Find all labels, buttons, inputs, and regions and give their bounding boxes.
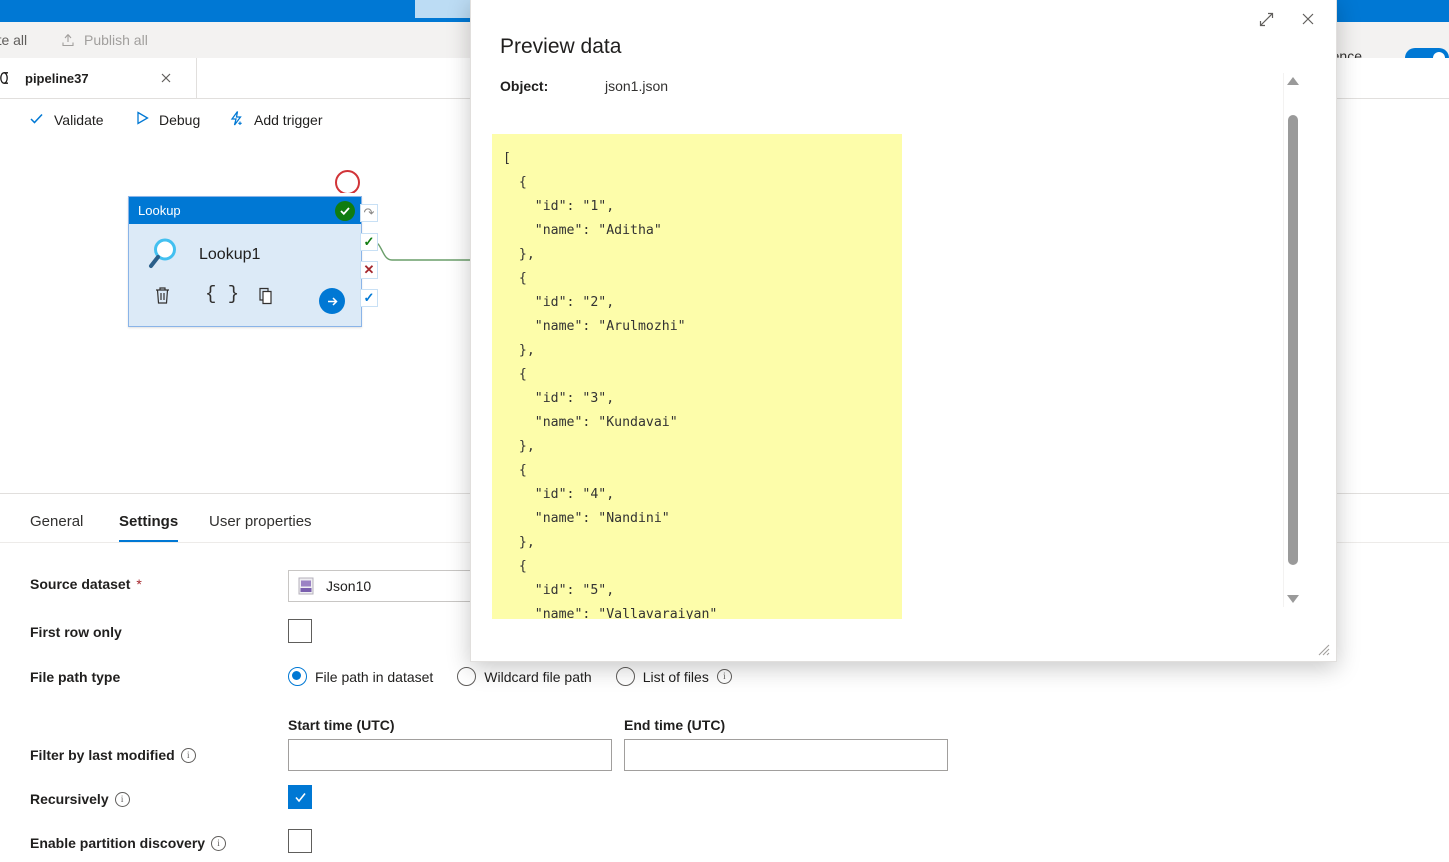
row-file-path-type: File path type File path in dataset Wild…	[0, 662, 1449, 696]
lightning-bolt-icon	[228, 110, 245, 130]
scrollbar-thumb[interactable]	[1288, 115, 1298, 565]
radio-list-of-files[interactable]: List of files i	[615, 667, 732, 686]
trash-icon[interactable]	[153, 285, 172, 309]
add-trigger-button[interactable]: Add trigger	[228, 99, 322, 140]
validate-all-label: date all	[0, 32, 28, 48]
validate-label: Validate	[54, 111, 104, 128]
tab-user-properties[interactable]: User properties	[209, 502, 312, 540]
radio-circle	[457, 667, 477, 686]
completion-handle[interactable]: ✓	[360, 289, 378, 307]
recursively-label: Recursively i	[30, 791, 130, 807]
success-connector-line	[374, 241, 474, 261]
validate-button[interactable]: Validate	[28, 99, 104, 140]
copy-icon[interactable]	[257, 286, 277, 310]
expand-diagonal-icon[interactable]	[1252, 5, 1280, 33]
start-time-input[interactable]	[288, 739, 612, 771]
radio-wildcard-file-path[interactable]: Wildcard file path	[457, 667, 592, 686]
source-dataset-value: Json10	[326, 578, 372, 594]
recursively-checkbox[interactable]	[288, 785, 312, 809]
start-time-header: Start time (UTC)	[288, 717, 395, 733]
close-icon[interactable]	[158, 70, 174, 86]
source-dataset-label: Source dataset *	[30, 576, 142, 592]
radio-file-path-in-dataset[interactable]: File path in dataset	[288, 667, 433, 686]
file-path-type-radio-group: File path in dataset Wildcard file path …	[288, 667, 756, 686]
filter-by-last-modified-label-text: Filter by last modified	[30, 747, 175, 763]
node-name-label: Lookup1	[199, 246, 261, 263]
dialog-title: Preview data	[500, 35, 622, 58]
first-row-only-label: First row only	[30, 624, 122, 640]
enable-partition-discovery-checkbox[interactable]	[288, 829, 312, 853]
validate-all-button[interactable]: date all	[0, 22, 27, 58]
debug-label: Debug	[159, 111, 201, 128]
node-header: Lookup	[129, 197, 361, 224]
checkmark-icon	[28, 110, 45, 130]
enable-partition-discovery-label-text: Enable partition discovery	[30, 835, 206, 851]
json-preview-text: [ { "id": "1", "name": "Aditha" }, { "id…	[503, 151, 718, 619]
info-icon[interactable]: i	[180, 747, 196, 763]
info-icon[interactable]: i	[211, 835, 227, 851]
close-icon[interactable]	[1294, 5, 1322, 33]
object-value: json1.json	[605, 78, 669, 94]
node-header-title: Lookup	[138, 203, 181, 218]
success-check-icon	[335, 201, 355, 221]
radio-file-path-in-dataset-label: File path in dataset	[315, 668, 434, 685]
tab-general-label: General	[30, 512, 84, 530]
tab-pipeline37[interactable]: pipeline37	[0, 58, 197, 98]
failure-handle[interactable]: ✕	[360, 261, 378, 279]
tab-label: pipeline37	[25, 70, 89, 86]
node-action-row: { }	[129, 283, 361, 324]
file-path-type-label: File path type	[30, 669, 120, 685]
skip-handle[interactable]: ↷	[360, 204, 378, 222]
json-file-icon	[298, 577, 314, 595]
publish-upload-icon	[60, 32, 76, 48]
row-filter-by-last-modified: Start time (UTC) End time (UTC) Filter b…	[0, 706, 1449, 771]
row-recursively: Recursively i	[0, 784, 1449, 818]
json-preview-panel: [ { "id": "1", "name": "Aditha" }, { "id…	[492, 134, 902, 619]
radio-wildcard-file-path-label: Wildcard file path	[484, 668, 592, 685]
radio-circle	[615, 667, 635, 686]
tab-user-properties-label: User properties	[209, 512, 312, 530]
magnifier-icon	[146, 235, 190, 275]
scroll-down-arrow-icon[interactable]	[1287, 595, 1299, 603]
tab-settings[interactable]: Settings	[119, 502, 179, 542]
publish-all-label: Publish all	[84, 32, 148, 48]
recursively-label-text: Recursively	[30, 791, 109, 807]
arrow-right-icon[interactable]	[319, 288, 345, 314]
radio-circle-selected	[288, 667, 307, 686]
activity-node-lookup[interactable]: Lookup Lookup1 {}	[128, 196, 362, 327]
filter-by-last-modified-label: Filter by last modified i	[30, 747, 196, 763]
object-label: Object:	[500, 78, 549, 94]
radio-list-of-files-label: List of files	[642, 668, 709, 685]
red-circle-marker	[335, 170, 360, 195]
tab-general[interactable]: General	[30, 502, 83, 540]
source-dataset-label-text: Source dataset	[30, 576, 131, 592]
curly-braces-icon[interactable]: { }	[205, 283, 239, 305]
row-enable-partition-discovery: Enable partition discovery i	[0, 828, 1449, 862]
debug-button[interactable]: Debug	[135, 99, 200, 140]
scroll-up-arrow-icon[interactable]	[1287, 77, 1299, 85]
first-row-only-label-text: First row only	[30, 624, 122, 640]
node-body: Lookup1	[129, 224, 361, 286]
pipeline-icon	[0, 69, 16, 87]
first-row-only-checkbox[interactable]	[288, 619, 312, 643]
resize-grip-icon[interactable]	[1314, 640, 1330, 656]
file-path-type-label-text: File path type	[30, 669, 121, 685]
end-time-header: End time (UTC)	[624, 717, 726, 733]
info-icon[interactable]: i	[716, 669, 732, 684]
publish-all-button[interactable]: Publish all	[60, 22, 148, 58]
preview-data-dialog: Preview data Object: json1.json [ { "id"…	[470, 0, 1337, 662]
dialog-scrollbar[interactable]	[1283, 73, 1302, 607]
play-triangle-icon	[135, 110, 150, 129]
tab-settings-label: Settings	[119, 512, 179, 530]
success-handle[interactable]: ✓	[360, 233, 378, 251]
required-asterisk: *	[136, 576, 142, 592]
info-icon[interactable]: i	[114, 791, 130, 807]
add-trigger-label: Add trigger	[254, 111, 323, 128]
enable-partition-discovery-label: Enable partition discovery i	[30, 835, 227, 851]
end-time-input[interactable]	[624, 739, 948, 771]
